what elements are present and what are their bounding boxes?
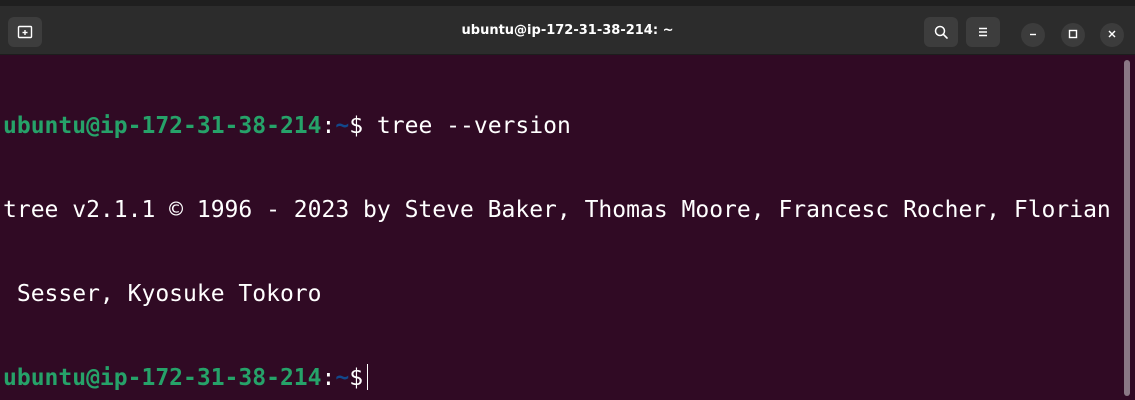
terminal-line-prompt: ubuntu@ip-172-31-38-214:~$ [3, 364, 1118, 392]
prompt-symbol: $ [349, 365, 364, 391]
terminal-output-line: tree v2.1.1 © 1996 - 2023 by Steve Baker… [3, 197, 1111, 223]
new-tab-button[interactable] [8, 17, 42, 47]
terminal-window: ubuntu@ip-172-31-38-214: ~ ubuntu@ip-172… [0, 0, 1135, 400]
close-button[interactable] [1100, 23, 1124, 47]
menu-button[interactable] [966, 17, 1000, 47]
prompt-colon: : [321, 113, 336, 139]
scrollbar-thumb[interactable] [1124, 60, 1130, 396]
titlebar[interactable] [0, 6, 1135, 55]
prompt-user-host: ubuntu@ip-172-31-38-214 [3, 113, 322, 139]
prompt-colon: : [321, 365, 336, 391]
text-cursor [367, 364, 369, 390]
search-button[interactable] [924, 17, 958, 47]
hamburger-menu-icon [975, 24, 991, 40]
minimize-icon [1028, 26, 1038, 44]
terminal-output[interactable]: ubuntu@ip-172-31-38-214:~$ tree --versio… [0, 56, 1118, 400]
new-tab-icon [17, 24, 33, 40]
command-text: tree --version [363, 113, 571, 139]
maximize-button[interactable] [1061, 23, 1085, 47]
prompt-user-host: ubuntu@ip-172-31-38-214 [3, 365, 322, 391]
terminal-output-line: Sesser, Kyosuke Tokoro [3, 281, 322, 307]
search-icon [933, 24, 949, 40]
terminal-line-command: ubuntu@ip-172-31-38-214:~$ tree --versio… [3, 112, 1118, 140]
vertical-scrollbar[interactable] [1118, 56, 1135, 400]
close-icon [1107, 26, 1117, 44]
maximize-icon [1068, 26, 1078, 44]
prompt-path: ~ [335, 365, 350, 391]
prompt-path: ~ [335, 113, 350, 139]
prompt-symbol: $ [349, 113, 364, 139]
minimize-button[interactable] [1021, 23, 1045, 47]
